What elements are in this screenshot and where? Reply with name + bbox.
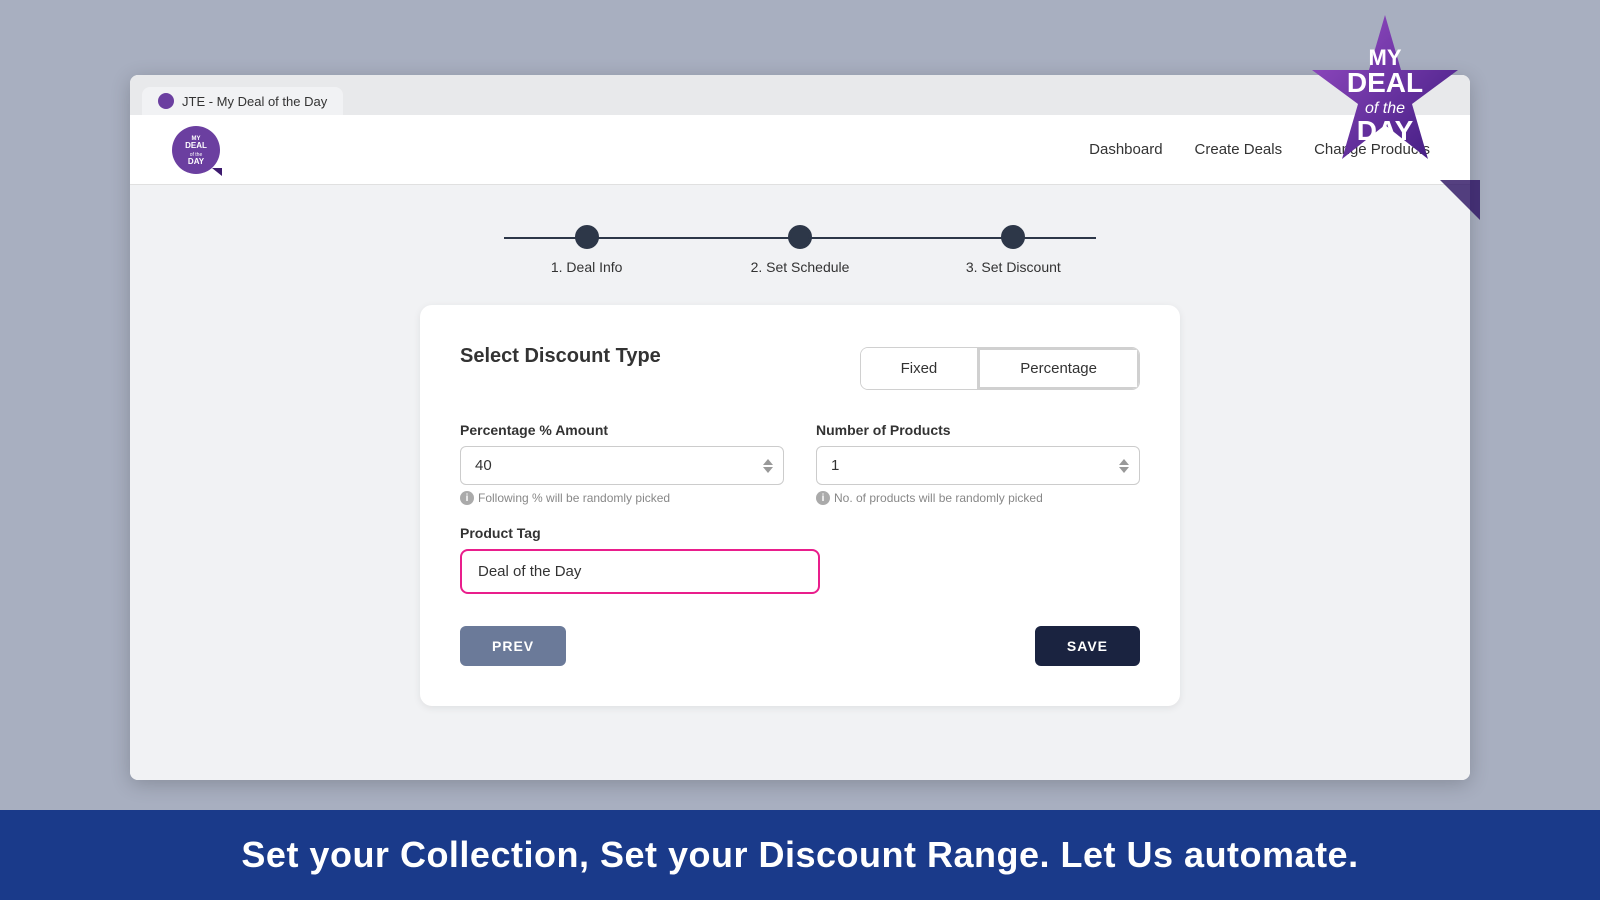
- svg-text:DEAL: DEAL: [185, 141, 207, 150]
- percentage-btn[interactable]: Percentage: [978, 348, 1139, 389]
- products-hint: i No. of products will be randomly picke…: [816, 491, 1140, 505]
- products-label: Number of Products: [816, 422, 1140, 438]
- browser-tab-bar: JTE - My Deal of the Day: [130, 75, 1470, 115]
- products-field-group: Number of Products i No. of products wil…: [816, 422, 1140, 505]
- step-2-label: 2. Set Schedule: [751, 259, 850, 275]
- prev-button[interactable]: PREV: [460, 626, 566, 666]
- main-content: MY DEAL of the DAY Dashboard Create Deal…: [130, 115, 1470, 780]
- fixed-btn[interactable]: Fixed: [861, 348, 979, 389]
- products-down-arrow[interactable]: [1119, 467, 1129, 473]
- percentage-label: Percentage % Amount: [460, 422, 784, 438]
- products-spinner: [1119, 459, 1129, 473]
- step-3-label: 3. Set Discount: [966, 259, 1061, 275]
- banner-text: Set your Collection, Set your Discount R…: [241, 834, 1358, 876]
- browser-tab[interactable]: JTE - My Deal of the Day: [142, 87, 343, 115]
- promo-badge-svg: MY DEAL of the DAY: [1290, 10, 1480, 220]
- percentage-hint-icon: i: [460, 491, 474, 505]
- button-row: PREV SAVE: [460, 626, 1140, 666]
- tab-favicon: [158, 93, 174, 109]
- step-1-label: 1. Deal Info: [551, 259, 623, 275]
- step-3: 3. Set Discount: [907, 225, 1120, 275]
- step-1-dot: [575, 225, 599, 249]
- promo-badge-container: MY DEAL of the DAY: [1290, 10, 1480, 220]
- nav-create-deals[interactable]: Create Deals: [1195, 141, 1283, 158]
- percentage-field-group: Percentage % Amount i Following % will b…: [460, 422, 784, 505]
- fields-row: Percentage % Amount i Following % will b…: [460, 422, 1140, 505]
- products-hint-icon: i: [816, 491, 830, 505]
- step-2: 2. Set Schedule: [693, 225, 906, 275]
- products-input-wrap: [816, 446, 1140, 485]
- logo-area: MY DEAL of the DAY: [170, 124, 222, 176]
- svg-text:DAY: DAY: [188, 157, 205, 166]
- save-button[interactable]: SAVE: [1035, 626, 1140, 666]
- product-tag-input[interactable]: [460, 549, 820, 594]
- bottom-banner: Set your Collection, Set your Discount R…: [0, 810, 1600, 900]
- percentage-input[interactable]: [475, 457, 723, 474]
- logo-icon: MY DEAL of the DAY: [170, 124, 222, 176]
- percentage-input-wrap: [460, 446, 784, 485]
- step-1: 1. Deal Info: [480, 225, 693, 275]
- product-tag-section: Product Tag: [460, 525, 1140, 594]
- form-card: Select Discount Type Fixed Percentage Pe…: [420, 305, 1180, 706]
- step-progress: 1. Deal Info 2. Set Schedule 3. Set Disc…: [130, 185, 1470, 295]
- percentage-hint-text: Following % will be randomly picked: [478, 491, 670, 505]
- header: MY DEAL of the DAY Dashboard Create Deal…: [130, 115, 1470, 185]
- products-hint-text: No. of products will be randomly picked: [834, 491, 1043, 505]
- step-3-dot: [1001, 225, 1025, 249]
- browser-window: JTE - My Deal of the Day MY DEAL of the …: [130, 75, 1470, 780]
- step-track: 1. Deal Info 2. Set Schedule 3. Set Disc…: [480, 225, 1120, 275]
- discount-type-toggle: Fixed Percentage: [860, 347, 1140, 390]
- products-up-arrow[interactable]: [1119, 459, 1129, 465]
- percentage-hint: i Following % will be randomly picked: [460, 491, 784, 505]
- step-2-dot: [788, 225, 812, 249]
- product-tag-label: Product Tag: [460, 525, 1140, 541]
- tab-title: JTE - My Deal of the Day: [182, 94, 327, 109]
- discount-type-row: Select Discount Type Fixed Percentage: [460, 345, 1140, 392]
- svg-text:DAY: DAY: [1357, 115, 1414, 146]
- percentage-spinner: [763, 459, 773, 473]
- logo: MY DEAL of the DAY: [170, 124, 222, 176]
- products-input[interactable]: [831, 457, 1079, 474]
- svg-text:DEAL: DEAL: [1347, 67, 1423, 98]
- nav-dashboard[interactable]: Dashboard: [1089, 141, 1162, 158]
- percentage-up-arrow[interactable]: [763, 459, 773, 465]
- section-title: Select Discount Type: [460, 345, 661, 368]
- percentage-down-arrow[interactable]: [763, 467, 773, 473]
